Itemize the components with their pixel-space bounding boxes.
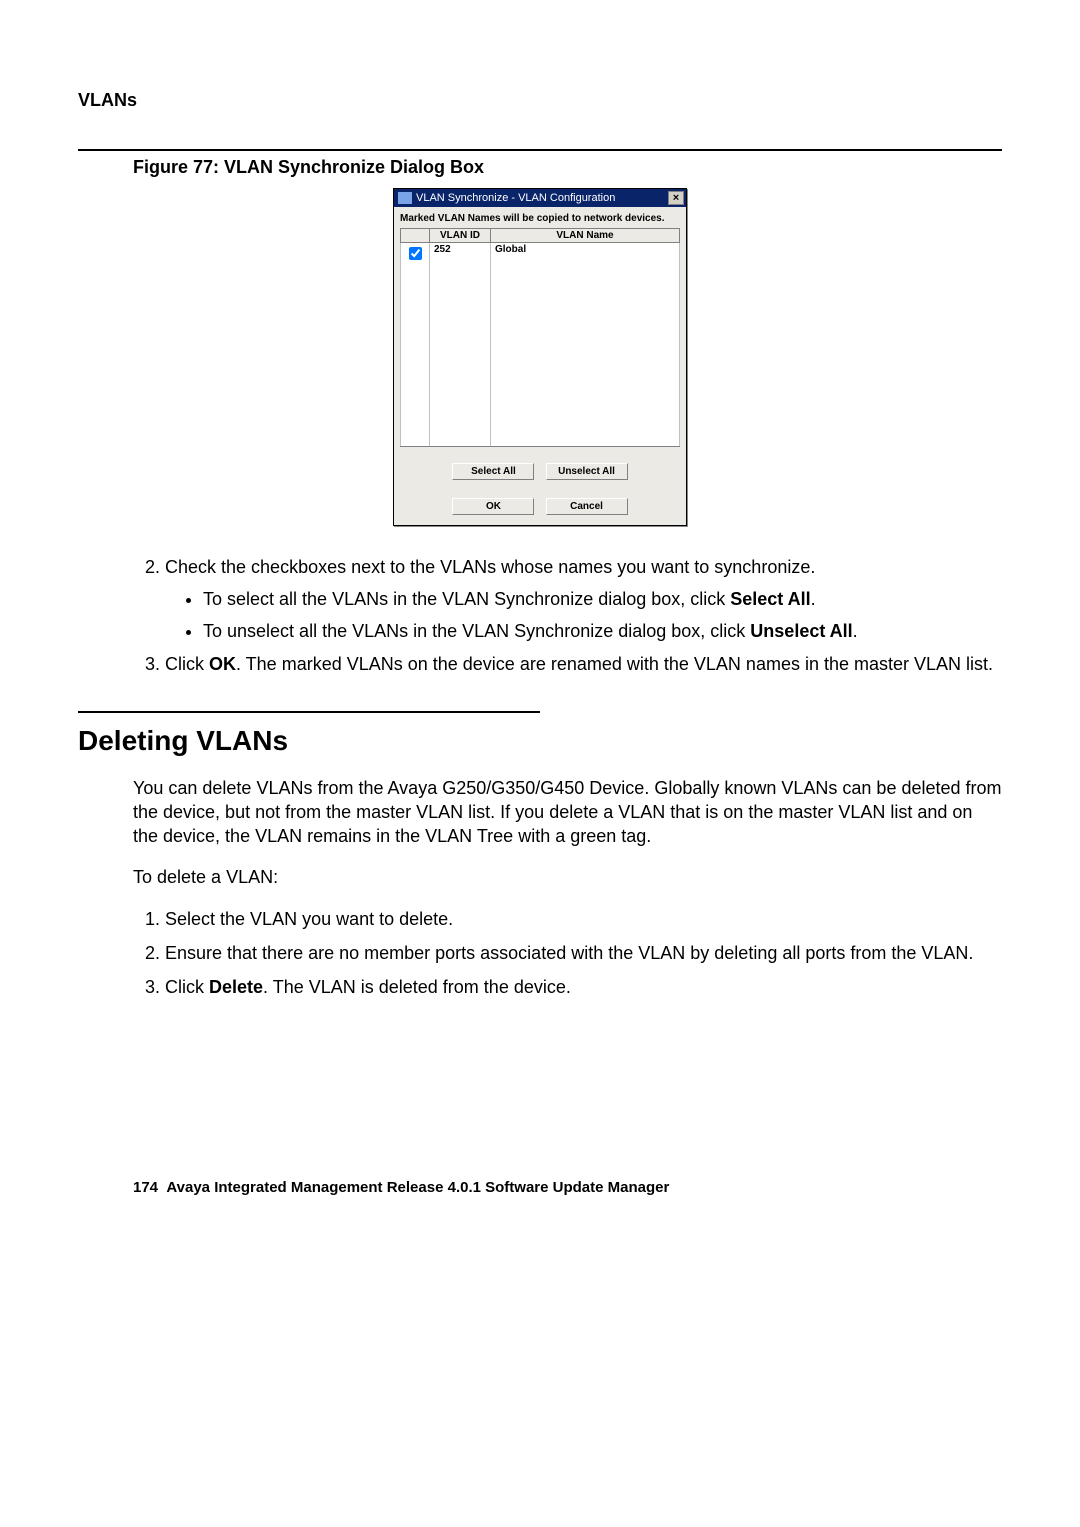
text: To select all the VLANs in the VLAN Sync… (203, 589, 730, 609)
rule-top (78, 149, 1002, 151)
text: To unselect all the VLANs in the VLAN Sy… (203, 621, 750, 641)
delete-step-3: Click Delete. The VLAN is deleted from t… (165, 976, 1002, 1000)
text-bold: Select All (730, 589, 810, 609)
footer-text: Avaya Integrated Management Release 4.0.… (166, 1179, 669, 1196)
text: . (853, 621, 858, 641)
dialog-message: Marked VLAN Names will be copied to netw… (400, 213, 680, 224)
text: . The VLAN is deleted from the device. (263, 977, 571, 997)
row-checkbox[interactable] (409, 247, 422, 260)
dialog-titlebar: VLAN Synchronize - VLAN Configuration × (394, 189, 686, 207)
col-vlan-name: VLAN Name (491, 229, 680, 243)
col-checkbox (401, 229, 430, 243)
steps-list-1: Check the checkboxes next to the VLANs w… (133, 556, 1002, 677)
window-icon (398, 192, 412, 204)
page-number: 174 (133, 1179, 158, 1196)
text: Click (165, 654, 209, 674)
table-header-row: VLAN ID VLAN Name (401, 229, 680, 243)
delete-step-1: Select the VLAN you want to delete. (165, 908, 1002, 932)
section-rule (78, 711, 540, 713)
dialog-screenshot: VLAN Synchronize - VLAN Configuration × … (78, 188, 1002, 526)
row-vlan-id: 252 (430, 243, 491, 265)
col-vlan-id: VLAN ID (430, 229, 491, 243)
bullet-unselect-all: To unselect all the VLANs in the VLAN Sy… (203, 620, 1002, 644)
text: Click (165, 977, 209, 997)
text-bold: Unselect All (750, 621, 852, 641)
dialog-button-row-1: Select All Unselect All (400, 461, 680, 482)
vlan-table: VLAN ID VLAN Name 252 Global (400, 228, 680, 447)
dialog-title: VLAN Synchronize - VLAN Configuration (416, 192, 615, 204)
body-block-1: Check the checkboxes next to the VLANs w… (78, 556, 1002, 677)
section-title: Deleting VLANs (78, 725, 1002, 757)
figure-caption: Figure 77: VLAN Synchronize Dialog Box (78, 157, 1002, 178)
dialog-body: Marked VLAN Names will be copied to netw… (394, 207, 686, 525)
cancel-button[interactable]: Cancel (546, 498, 628, 515)
step-2-text: Check the checkboxes next to the VLANs w… (165, 557, 815, 577)
page-footer: 174 Avaya Integrated Management Release … (78, 1179, 1002, 1196)
delete-step-2: Ensure that there are no member ports as… (165, 942, 1002, 966)
step-3: Click OK. The marked VLANs on the device… (165, 653, 1002, 677)
section-intro: You can delete VLANs from the Avaya G250… (133, 777, 1002, 848)
unselect-all-button[interactable]: Unselect All (546, 463, 628, 480)
select-all-button[interactable]: Select All (452, 463, 534, 480)
ok-button[interactable]: OK (452, 498, 534, 515)
row-vlan-name: Global (491, 243, 680, 265)
bullet-select-all: To select all the VLANs in the VLAN Sync… (203, 588, 1002, 612)
table-row[interactable]: 252 Global (401, 243, 680, 265)
step-2-bullets: To select all the VLANs in the VLAN Sync… (165, 588, 1002, 644)
text-bold: Delete (209, 977, 263, 997)
text: . The marked VLANs on the device are ren… (236, 654, 993, 674)
text: . (811, 589, 816, 609)
vlan-sync-dialog: VLAN Synchronize - VLAN Configuration × … (393, 188, 687, 526)
dialog-button-row-2: OK Cancel (400, 496, 680, 517)
step-2: Check the checkboxes next to the VLANs w… (165, 556, 1002, 643)
body-block-2: You can delete VLANs from the Avaya G250… (78, 777, 1002, 999)
section-lead: To delete a VLAN: (133, 866, 1002, 890)
steps-list-2: Select the VLAN you want to delete. Ensu… (133, 908, 1002, 999)
close-icon[interactable]: × (668, 191, 684, 205)
text-bold: OK (209, 654, 236, 674)
table-filler (401, 264, 680, 447)
running-header: VLANs (78, 90, 1002, 111)
